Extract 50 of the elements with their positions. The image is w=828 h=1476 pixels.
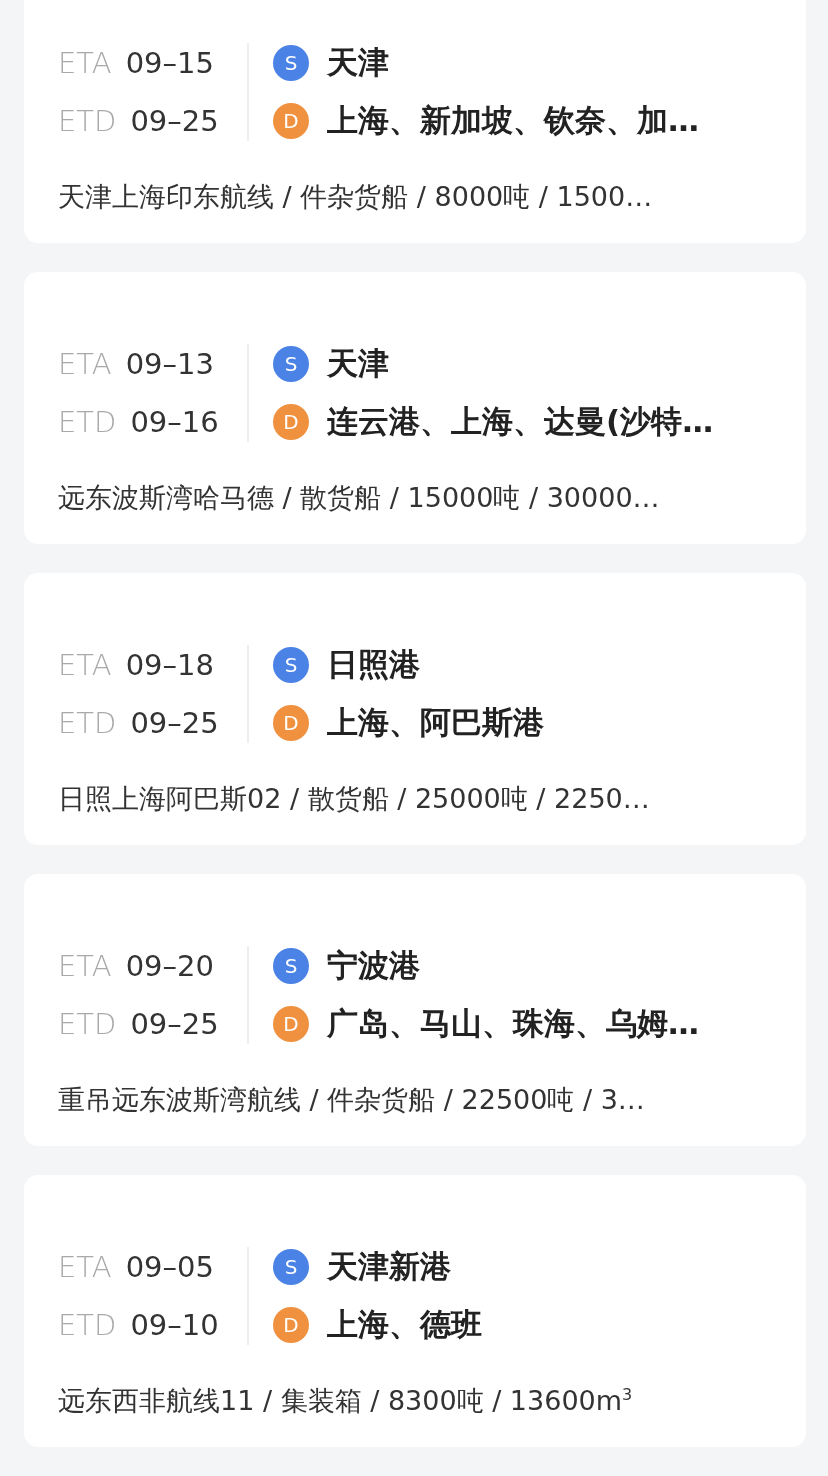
port-badge: D — [273, 404, 309, 440]
port-names: 连云港、上海、达曼(沙特… — [327, 402, 714, 441]
port-badge: S — [273, 45, 309, 81]
date-text: 09–13 — [125, 347, 214, 381]
date-text: 09–25 — [130, 104, 219, 138]
date-text: 09–15 — [125, 46, 214, 80]
port-names: 上海、德班 — [327, 1305, 482, 1344]
route-summary: 远东波斯湾哈马德 / 散货船 / 15000吨 / 30000… — [58, 481, 661, 515]
time-label: ETD — [58, 1308, 117, 1342]
voyage-card[interactable]: ETA 09–05 ETD 09–10 S 天津新港 D 上海、德班 远东西非航线11 / 集装箱 / 8300吨 / 13600m$^{3}$ — [24, 1175, 806, 1447]
time-label: ETA — [58, 1250, 112, 1284]
port-names: 上海、新加坡、钦奈、加… — [327, 101, 699, 140]
route-summary: 天津上海印东航线 / 件杂货船 / 8000吨 / 1500… — [58, 180, 654, 214]
date-text: 09–25 — [130, 1007, 219, 1041]
time-label: ETD — [58, 1007, 117, 1041]
port-badge: S — [273, 948, 309, 984]
port-badge: S — [273, 346, 309, 382]
voyage-card[interactable]: ETA 09–15 ETD 09–25 S 天津 D 上海、新加坡、钦奈、加… 天津上海印东航线 / 件杂货船 / 8000吨 / 1500… — [24, 0, 806, 243]
port-badge: D — [273, 103, 309, 139]
time-label: ETD — [58, 104, 117, 138]
port-names: 广岛、马山、珠海、乌姆… — [327, 1004, 699, 1043]
time-label: ETA — [58, 46, 112, 80]
time-label: ETD — [58, 405, 117, 439]
voyage-card[interactable]: ETA 09–20 ETD 09–25 S 宁波港 D 广岛、马山、珠海、乌姆… 重吊远东波斯湾航线 / 件杂货船 / 22500吨 / 3… — [24, 874, 806, 1146]
time-label: ETA — [58, 347, 112, 381]
port-names: 宁波港 — [327, 946, 420, 985]
voyage-card[interactable]: ETA 09–18 ETD 09–25 S 日照港 D 上海、阿巴斯港 日照上海阿巴斯02 / 散货船 / 25000吨 / 2250… — [24, 573, 806, 845]
port-names: 日照港 — [327, 645, 420, 684]
route-summary: 重吊远东波斯湾航线 / 件杂货船 / 22500吨 / 3… — [58, 1083, 646, 1117]
route-summary: 日照上海阿巴斯02 / 散货船 / 25000吨 / 2250… — [58, 782, 651, 816]
port-names: 上海、阿巴斯港 — [327, 703, 544, 742]
port-badge: D — [273, 705, 309, 741]
port-names: 天津 — [327, 43, 389, 82]
route-summary: 远东西非航线11 / 集装箱 / 8300吨 / 13600m$^{3}$ — [58, 1384, 634, 1418]
date-text: 09–18 — [125, 648, 214, 682]
date-text: 09–05 — [125, 1250, 214, 1284]
port-badge: D — [273, 1006, 309, 1042]
port-badge: S — [273, 647, 309, 683]
voyage-card[interactable]: ETA 09–13 ETD 09–16 S 天津 D 连云港、上海、达曼(沙特… 远东波斯湾哈马德 / 散货船 / 15000吨 / 30000… — [24, 272, 806, 544]
port-badge: D — [273, 1307, 309, 1343]
time-label: ETA — [58, 949, 112, 983]
date-text: 09–16 — [130, 405, 219, 439]
date-text: 09–25 — [130, 706, 219, 740]
time-label: ETA — [58, 648, 112, 682]
time-label: ETD — [58, 706, 117, 740]
date-text: 09–10 — [130, 1308, 219, 1342]
port-names: 天津新港 — [327, 1247, 451, 1286]
date-text: 09–20 — [125, 949, 214, 983]
port-badge: S — [273, 1249, 309, 1285]
port-names: 天津 — [327, 344, 389, 383]
